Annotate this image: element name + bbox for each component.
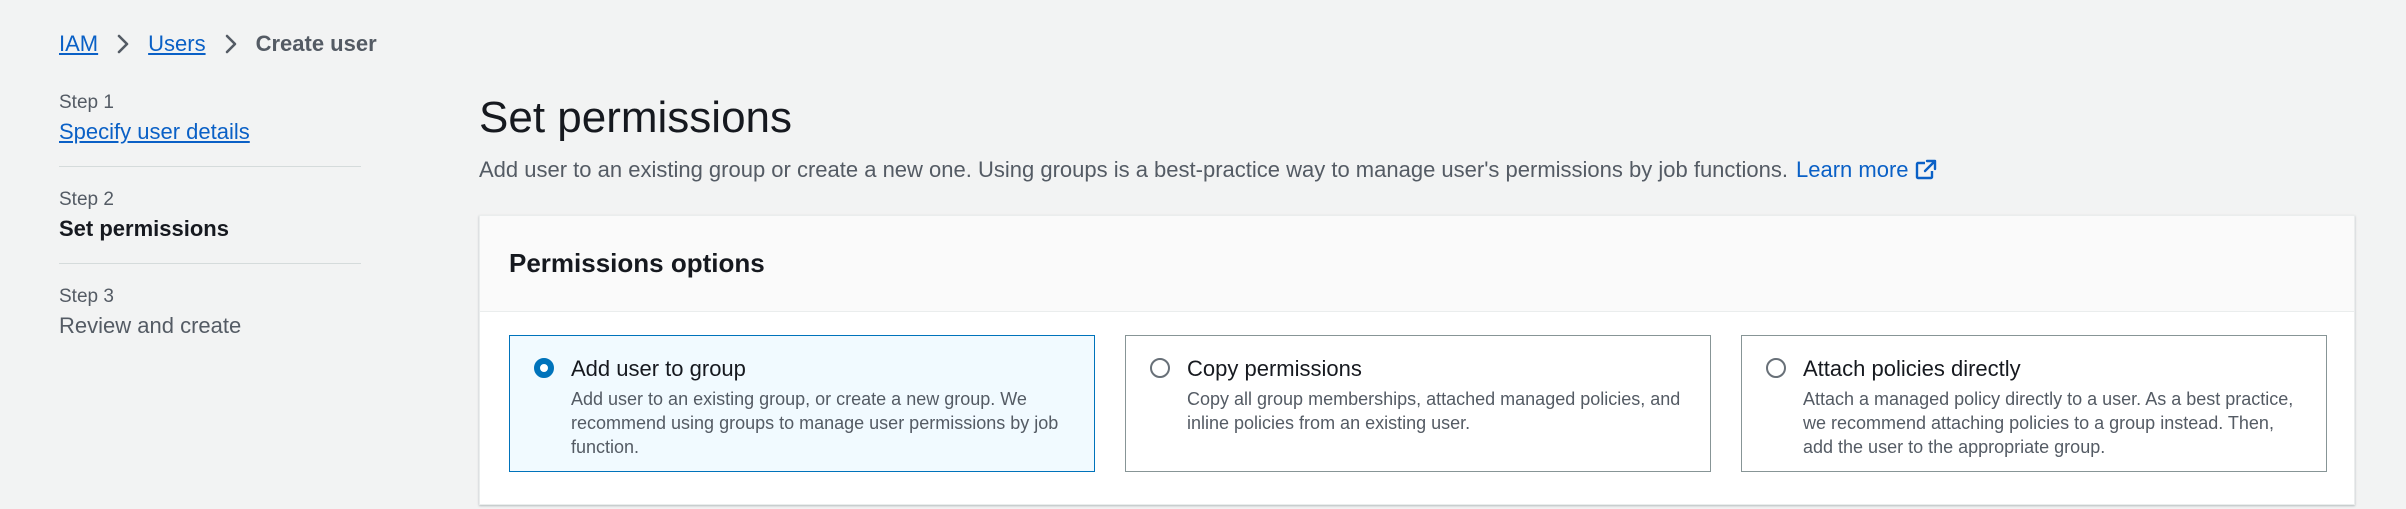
option-attach-policies-directly[interactable]: Attach policies directly Attach a manage… [1741,335,2327,472]
option-text: Add user to group Add user to an existin… [571,354,1070,471]
page-title: Set permissions [479,93,793,142]
option-text: Copy permissions Copy all group membersh… [1187,354,1686,471]
option-title: Attach policies directly [1803,356,2021,381]
wizard-steps-nav: Step 1 Specify user details Step 2 Set p… [59,90,361,360]
breadcrumb-iam-link[interactable]: IAM [59,28,98,60]
external-link-icon [1915,159,1936,180]
radio-button[interactable] [1150,358,1170,378]
option-description: Copy all group memberships, attached man… [1187,389,1681,433]
step-specify-user-details-link[interactable]: Specify user details [59,116,250,148]
breadcrumb-current: Create user [255,31,377,56]
step-number: Step 1 [59,92,114,113]
page-description: Add user to an existing group or create … [479,154,2355,186]
option-copy-permissions[interactable]: Copy permissions Copy all group membersh… [1125,335,1711,472]
radio-button[interactable] [1766,358,1786,378]
option-description: Add user to an existing group, or create… [571,389,1059,457]
chevron-right-icon [206,33,256,55]
permissions-options-panel: Permissions options Add user to group Ad… [479,215,2355,505]
learn-more-label: Learn more [1796,157,1909,182]
step-1: Step 1 Specify user details [59,90,361,166]
option-description: Attach a managed policy directly to a us… [1803,389,2294,457]
chevron-right-icon [98,33,148,55]
panel-header: Permissions options [480,216,2354,312]
main-content: Set permissions Add user to an existing … [479,86,2355,505]
step-set-permissions-current: Set permissions [59,216,229,241]
step-3: Step 3 Review and create [59,284,361,360]
step-number: Step 3 [59,286,114,307]
divider [59,263,361,264]
create-user-page: IAM Users Create user Step 1 Specify use… [0,0,2406,509]
option-add-user-to-group[interactable]: Add user to group Add user to an existin… [509,335,1095,472]
panel-title: Permissions options [509,248,765,278]
permissions-options-group: Add user to group Add user to an existin… [509,335,2327,472]
step-review-and-create: Review and create [59,313,242,338]
divider [59,166,361,167]
step-2: Step 2 Set permissions [59,187,361,263]
breadcrumb: IAM Users Create user [59,28,377,60]
description-text: Add user to an existing group or create … [479,157,1788,182]
breadcrumb-users-link[interactable]: Users [148,28,205,60]
radio-button-checked[interactable] [534,358,554,378]
option-text: Attach policies directly Attach a manage… [1803,354,2302,471]
option-title: Add user to group [571,356,746,381]
option-title: Copy permissions [1187,356,1362,381]
learn-more-link[interactable]: Learn more [1796,154,1937,186]
step-number: Step 2 [59,189,114,210]
